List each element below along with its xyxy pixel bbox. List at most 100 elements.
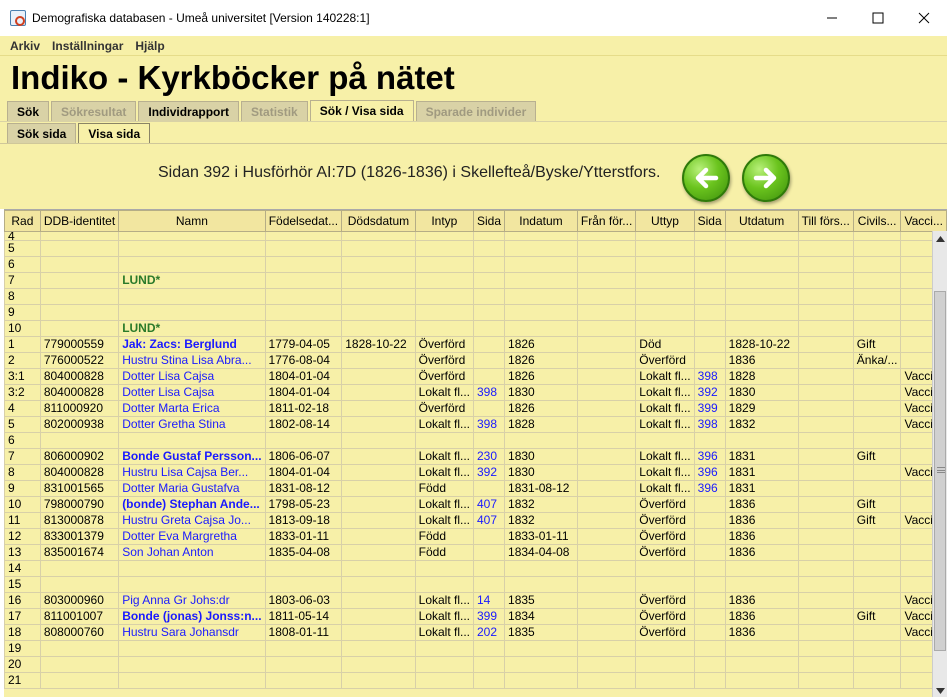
cell-namn[interactable]: Hustru Sara Johansdr <box>118 624 266 641</box>
table-row[interactable]: 1 779000559 Jak: Zacs: Berglund 1779-04-05 1… <box>4 336 947 353</box>
cell-sida-ut[interactable]: 396 <box>693 448 726 465</box>
scrollbar-thumb[interactable] <box>934 291 946 651</box>
column-header[interactable]: Födelsedat... <box>264 210 343 232</box>
cell-till <box>797 464 854 481</box>
menu-hjalp[interactable]: Hjälp <box>135 39 164 53</box>
previous-page-button[interactable] <box>682 154 730 202</box>
column-header[interactable]: Vacci... <box>900 210 947 232</box>
subtab-visa-sida[interactable]: Visa sida <box>78 123 151 143</box>
scroll-down-button[interactable] <box>933 683 947 697</box>
table-row[interactable]: 8 <box>4 288 947 305</box>
table-row[interactable]: 10 LUND* <box>4 320 947 337</box>
table-row[interactable]: 4 811000920 Dotter Marta Erica 1811-02-18 Öv… <box>4 400 947 417</box>
maximize-button[interactable] <box>855 0 901 36</box>
cell-namn[interactable]: Bonde (jonas) Jonss:n... <box>118 608 266 625</box>
table-row[interactable]: 2 776000522 Hustru Stina Lisa Abra... 1776-… <box>4 352 947 369</box>
cell-namn[interactable]: Hustru Lisa Cajsa Ber... <box>118 464 266 481</box>
table-row[interactable]: 10 798000790 (bonde) Stephan Ande... 1798-0… <box>4 496 947 513</box>
cell-sida-ut[interactable]: 398 <box>693 416 726 433</box>
cell-namn[interactable]: Bonde Gustaf Persson... <box>118 448 266 465</box>
cell-sida-in[interactable]: 399 <box>472 608 506 625</box>
menu-arkiv[interactable]: Arkiv <box>10 39 40 53</box>
close-button[interactable] <box>901 0 947 36</box>
cell-namn[interactable]: (bonde) Stephan Ande... <box>118 496 266 513</box>
table-row[interactable]: 5 <box>4 240 947 257</box>
table-row[interactable]: 6 <box>4 432 947 449</box>
column-header[interactable]: Uttyp <box>635 210 695 232</box>
table-row[interactable]: 8 804000828 Hustru Lisa Cajsa Ber... 1804-0… <box>4 464 947 481</box>
table-row[interactable]: 12 833001379 Dotter Eva Margretha 1833-01-1… <box>4 528 947 545</box>
cell-sida-in[interactable]: 407 <box>472 512 506 529</box>
vertical-scrollbar[interactable] <box>932 231 947 697</box>
cell-namn[interactable]: LUND* <box>118 320 266 337</box>
cell-namn[interactable]: Dotter Eva Margretha <box>118 528 266 545</box>
column-header[interactable]: Namn <box>118 210 266 232</box>
cell-namn[interactable]: Dotter Marta Erica <box>118 400 266 417</box>
column-header[interactable]: Indatum <box>504 210 578 232</box>
table-row[interactable]: 16 803000960 Pig Anna Gr Johs:dr 1803-06-03… <box>4 592 947 609</box>
scroll-up-button[interactable] <box>933 231 947 246</box>
cell-namn[interactable]: Jak: Zacs: Berglund <box>118 336 266 353</box>
table-row[interactable]: 7 LUND* <box>4 272 947 289</box>
table-row[interactable]: 7 806000902 Bonde Gustaf Persson... 1806-06… <box>4 448 947 465</box>
table-row[interactable]: 9 <box>4 304 947 321</box>
cell-sida-in[interactable]: 398 <box>472 384 506 401</box>
column-header[interactable]: Intyp <box>414 210 475 232</box>
table-row[interactable]: 9 831001565 Dotter Maria Gustafva 1831-08-1… <box>4 480 947 497</box>
table-row[interactable]: 4 <box>4 231 947 241</box>
cell-sida-in[interactable]: 398 <box>472 416 506 433</box>
column-header[interactable]: DDB-identitet <box>39 210 120 232</box>
table-row[interactable]: 6 <box>4 256 947 273</box>
column-header[interactable]: Till förs... <box>797 210 854 232</box>
column-header[interactable]: Sida <box>472 210 506 232</box>
tab-individrapport[interactable]: Individrapport <box>138 101 240 121</box>
cell-namn[interactable]: LUND* <box>118 272 266 289</box>
cell-sida-ut[interactable]: 392 <box>693 384 726 401</box>
cell-sida-ut[interactable]: 399 <box>693 400 726 417</box>
column-header[interactable]: Utdatum <box>724 210 799 232</box>
cell-till <box>797 512 854 529</box>
cell-sida-ut[interactable]: 398 <box>693 368 726 385</box>
cell-sida-ut[interactable]: 396 <box>693 480 726 497</box>
tab-sok[interactable]: Sök <box>7 101 50 121</box>
next-page-button[interactable] <box>742 154 790 202</box>
column-header[interactable]: Sida <box>693 210 726 232</box>
cell-namn[interactable]: Son Johan Anton <box>118 544 266 561</box>
cell-namn[interactable]: Dotter Maria Gustafva <box>118 480 266 497</box>
cell-utdatum <box>724 672 799 689</box>
menu-installningar[interactable]: Inställningar <box>52 39 123 53</box>
table-row[interactable]: 13 835001674 Son Johan Anton 1835-04-08 Född… <box>4 544 947 561</box>
tab-sok-visa-sida[interactable]: Sök / Visa sida <box>309 100 414 121</box>
table-row[interactable]: 11 813000878 Hustru Greta Cajsa Jo... 1813-… <box>4 512 947 529</box>
column-header[interactable]: Från för... <box>576 210 637 232</box>
cell-namn[interactable]: Dotter Lisa Cajsa <box>118 368 266 385</box>
cell-sida-in[interactable]: 392 <box>472 464 506 481</box>
cell-namn[interactable]: Hustru Stina Lisa Abra... <box>118 352 266 369</box>
cell-sida-in[interactable]: 202 <box>472 624 506 641</box>
column-header[interactable]: Rad <box>4 210 41 232</box>
cell-sida-in[interactable]: 407 <box>472 496 506 513</box>
subtab-sok-sida[interactable]: Sök sida <box>7 123 77 143</box>
table-row[interactable]: 5 802000938 Dotter Gretha Stina 1802-08-14 L… <box>4 416 947 433</box>
table-row[interactable]: 21 <box>4 672 947 689</box>
cell-sida-in[interactable]: 230 <box>472 448 506 465</box>
table-row[interactable]: 15 <box>4 576 947 593</box>
cell-sida-in <box>472 336 506 353</box>
table-row[interactable]: 3:1 804000828 Dotter Lisa Cajsa 1804-01-04 Ö… <box>4 368 947 385</box>
cell-namn[interactable]: Pig Anna Gr Johs:dr <box>118 592 266 609</box>
cell-namn[interactable]: Dotter Gretha Stina <box>118 416 266 433</box>
table-row[interactable]: 19 <box>4 640 947 657</box>
cell-sida-ut[interactable]: 396 <box>693 464 726 481</box>
table-row[interactable]: 17 811001007 Bonde (jonas) Jonss:n... 1811-… <box>4 608 947 625</box>
minimize-button[interactable] <box>809 0 855 36</box>
column-header[interactable]: Civils... <box>852 210 902 232</box>
column-header[interactable]: Dödsdatum <box>341 210 416 232</box>
table-row[interactable]: 3:2 804000828 Dotter Lisa Cajsa 1804-01-04 L… <box>4 384 947 401</box>
cell-namn[interactable]: Dotter Lisa Cajsa <box>118 384 266 401</box>
table-row[interactable]: 20 <box>4 656 947 673</box>
cell-sida-in[interactable]: 14 <box>472 592 506 609</box>
table-row[interactable]: 18 808000760 Hustru Sara Johansdr 1808-01-1… <box>4 624 947 641</box>
cell-id <box>39 576 120 593</box>
table-row[interactable]: 14 <box>4 560 947 577</box>
cell-namn[interactable]: Hustru Greta Cajsa Jo... <box>118 512 266 529</box>
